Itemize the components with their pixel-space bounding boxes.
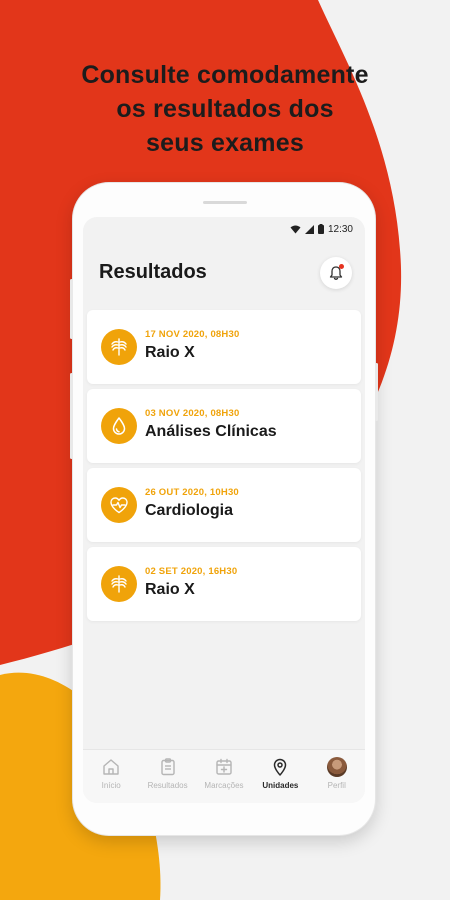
result-title: Raio X [145, 581, 195, 598]
bottom-navigation: Início Resultados Marcações Unidades Per… [83, 749, 365, 803]
page-title: Resultados [99, 261, 207, 283]
heart-pulse-icon [110, 497, 128, 514]
phone-volume-button [70, 279, 73, 339]
result-title: Cardiologia [145, 502, 234, 519]
result-title: Análises Clínicas [145, 423, 277, 440]
result-date: 26 OUT 2020, 10H30 [145, 487, 239, 498]
nav-item-resultados[interactable]: Resultados [140, 756, 196, 790]
nav-label: Início [101, 781, 121, 790]
nav-label: Resultados [147, 781, 188, 790]
xray-ribcage-icon [111, 575, 127, 593]
result-card[interactable]: 26 OUT 2020, 10H30 Cardiologia [87, 468, 361, 542]
result-card[interactable]: 03 NOV 2020, 08H30 Análises Clínicas [87, 389, 361, 463]
nav-item-inicio[interactable]: Início [83, 756, 139, 790]
nav-item-marcacoes[interactable]: Marcações [196, 756, 252, 790]
phone-frame: 12:30 Resultados 17 NOV 2020, 08H30 Raio… [70, 183, 378, 835]
signal-icon [304, 224, 314, 234]
battery-icon [317, 224, 324, 234]
wifi-icon [290, 225, 301, 233]
result-card[interactable]: 02 SET 2020, 16H30 Raio X [87, 547, 361, 621]
nav-label: Marcações [204, 781, 244, 790]
result-card[interactable]: 17 NOV 2020, 08H30 Raio X [87, 310, 361, 384]
calendar-plus-icon [216, 758, 232, 775]
result-icon-wrap [101, 487, 137, 523]
status-bar: 12:30 [290, 217, 365, 241]
notifications-button[interactable] [320, 257, 352, 289]
promo-line-1: Consulte comodamente [81, 61, 369, 89]
results-list: 17 NOV 2020, 08H30 Raio X 03 NOV 2020, 0… [87, 310, 361, 626]
blood-drop-icon [112, 417, 126, 435]
promo-line-3: seus exames [146, 129, 304, 157]
promo-headline: Consulte comodamente os resultados dos s… [0, 58, 450, 160]
phone-speaker [203, 201, 247, 204]
home-icon [103, 759, 119, 775]
status-time: 12:30 [327, 223, 353, 235]
nav-label: Unidades [262, 781, 299, 790]
result-icon-wrap [101, 566, 137, 602]
xray-ribcage-icon [111, 338, 127, 356]
result-date: 17 NOV 2020, 08H30 [145, 329, 240, 340]
clipboard-icon [160, 758, 175, 776]
result-date: 02 SET 2020, 16H30 [145, 566, 238, 577]
promo-line-2: os resultados dos [116, 95, 334, 123]
nav-item-unidades[interactable]: Unidades [252, 756, 308, 790]
notification-dot [339, 264, 344, 269]
nav-item-perfil[interactable]: Perfil [309, 756, 365, 790]
location-pin-icon [274, 758, 287, 776]
phone-power-button [375, 363, 378, 421]
avatar [326, 757, 347, 777]
result-date: 03 NOV 2020, 08H30 [145, 408, 240, 419]
result-icon-wrap [101, 329, 137, 365]
result-icon-wrap [101, 408, 137, 444]
result-title: Raio X [145, 344, 195, 361]
app-screen: 12:30 Resultados 17 NOV 2020, 08H30 Raio… [83, 217, 365, 803]
nav-label: Perfil [327, 781, 346, 790]
phone-side-button [70, 373, 73, 459]
